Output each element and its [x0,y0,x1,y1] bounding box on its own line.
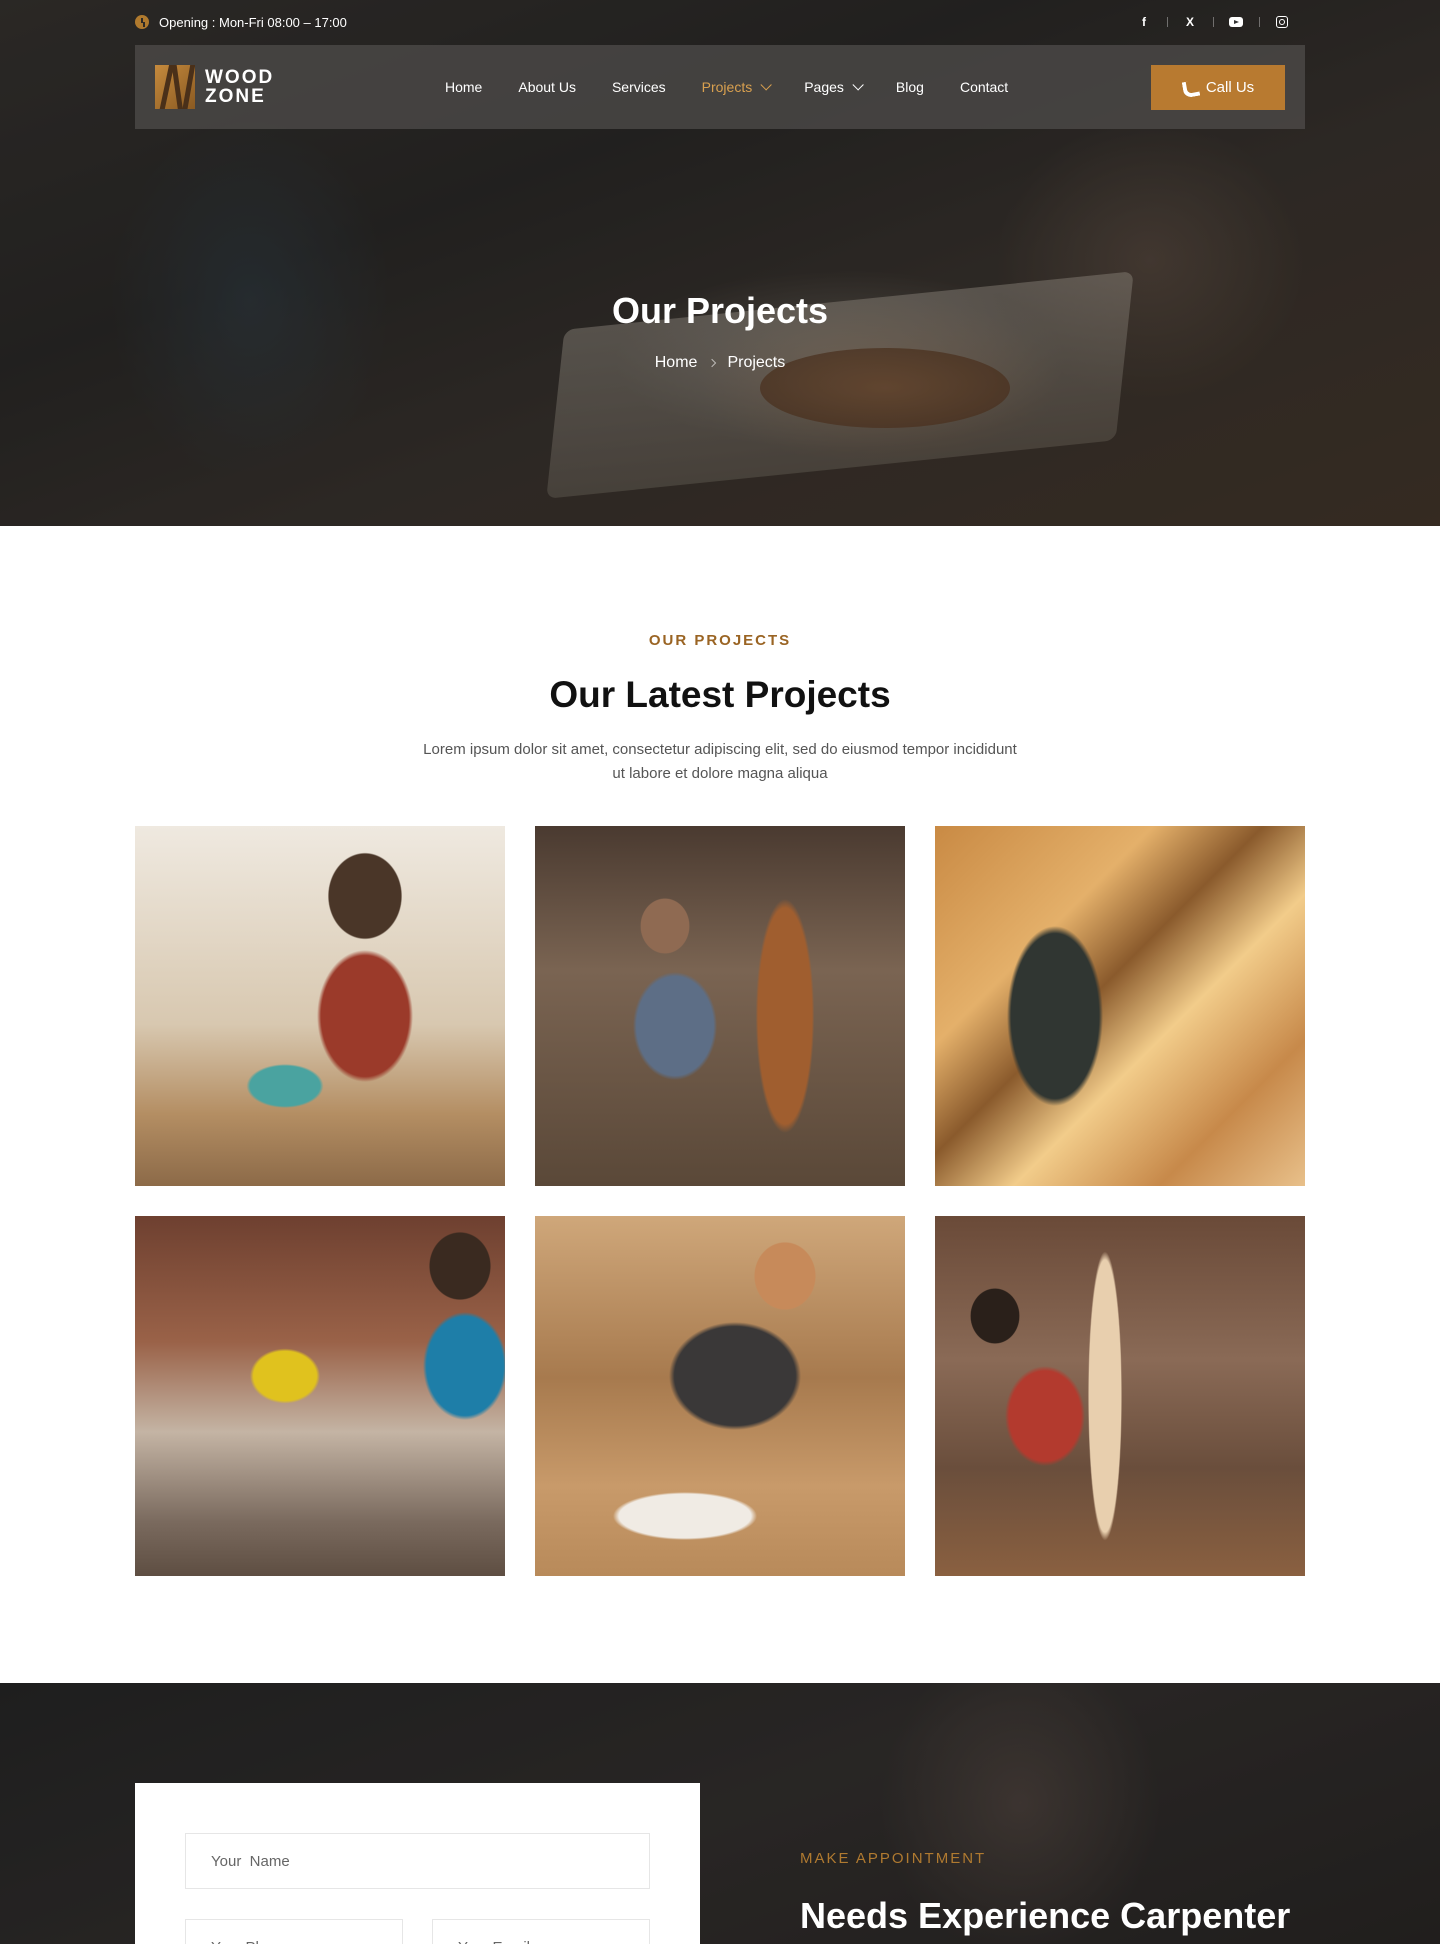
instagram-icon[interactable] [1259,12,1305,32]
breadcrumb: Home Projects [0,354,1440,372]
facebook-icon[interactable]: f [1121,12,1167,32]
carpenter-using-jigsaw-photo[interactable] [135,826,505,1186]
nav-contact[interactable]: Contact [960,79,1008,95]
chevron-down-icon [760,79,772,91]
instagram-glyph [1276,16,1288,28]
call-us-label: Call Us [1205,78,1255,96]
worker-sanding-wood-photo[interactable] [535,1216,905,1576]
opening-hours-text: Opening : Mon-Fri 08:00 – 17:00 [159,14,347,30]
appointment-title: Needs Experience Carpenter [800,1895,1291,1936]
appointment-form [135,1783,700,1944]
logo-line-2: ZONE [205,86,266,107]
call-us-button[interactable]: Call Us [1151,64,1285,110]
chevron-down-icon [852,79,864,91]
social-links: f X [1121,12,1305,32]
projects-eyebrow: OUR PROJECTS [648,632,792,649]
phone-field[interactable] [185,1919,403,1944]
roofer-on-timber-frame-photo[interactable] [935,826,1305,1186]
page-title: Our Projects [611,290,829,331]
top-bar: Opening : Mon-Fri 08:00 – 17:00 f X [135,12,1305,32]
woman-measuring-plank-photo[interactable] [935,1216,1305,1576]
youtube-icon[interactable] [1213,12,1259,32]
nav-about-us[interactable]: About Us [518,79,576,95]
nav-projects-label: Projects [701,79,753,95]
nav-blog[interactable]: Blog [896,79,924,95]
nav-home[interactable]: Home [445,79,482,95]
nav-pages[interactable]: Pages [804,79,864,95]
x-twitter-icon[interactable]: X [1167,12,1213,32]
worker-using-miter-saw-photo[interactable] [135,1216,505,1576]
projects-grid [135,826,1305,1576]
phone-icon [1182,80,1196,94]
appointment-section: MAKE APPOINTMENT Needs Experience Carpen… [0,1683,1440,1944]
nav-projects[interactable]: Projects [701,79,772,95]
clock-icon [135,15,149,29]
name-field[interactable] [185,1833,650,1889]
site-logo[interactable]: WOOD ZONE [155,65,415,109]
page-hero: Opening : Mon-Fri 08:00 – 17:00 f X WOOD… [0,0,1440,526]
nav-menu: Home About Us Services Projects Pages Bl… [445,79,1008,95]
breadcrumb-current: Projects [727,354,786,371]
opening-hours: Opening : Mon-Fri 08:00 – 17:00 [135,15,347,30]
projects-title: Our Latest Projects [549,674,891,715]
appointment-eyebrow: MAKE APPOINTMENT [800,1850,987,1867]
logo-mark-icon [155,65,195,109]
breadcrumb-home[interactable]: Home [655,354,698,372]
logo-line-1: WOOD [205,67,275,88]
main-navbar: WOOD ZONE Home About Us Services Project… [135,45,1305,129]
nav-services[interactable]: Services [612,79,666,95]
chevron-right-icon [708,358,717,368]
email-field[interactable] [432,1919,650,1944]
projects-description: Lorem ipsum dolor sit amet, consectetur … [423,741,1017,782]
logo-text: WOOD ZONE [205,68,274,106]
youtube-glyph [1229,17,1243,27]
woodcarver-sculpting-statue-photo[interactable] [535,826,905,1186]
nav-pages-label: Pages [804,79,844,95]
